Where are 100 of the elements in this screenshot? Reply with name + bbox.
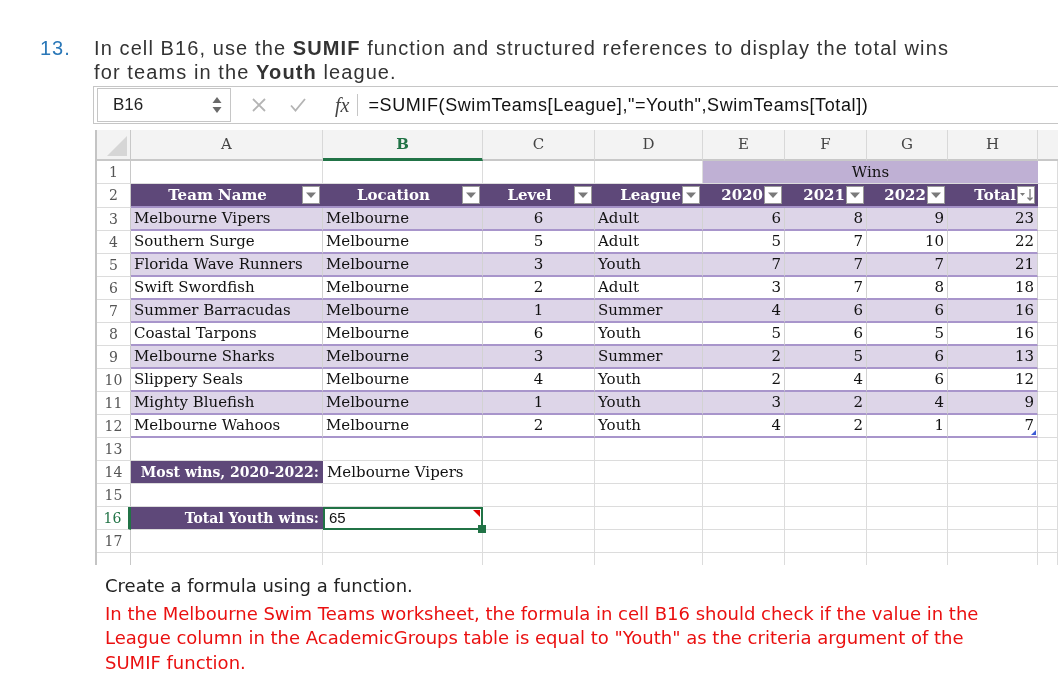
filter-dropdown-icon[interactable] [462,186,480,204]
filter-dropdown-icon[interactable] [846,186,864,204]
table-cell: 3 [483,254,595,277]
row-header[interactable]: 6 [97,277,131,300]
table-cell: 12 [948,369,1038,392]
column-header[interactable]: E [703,130,785,161]
table-cell: 4 [867,392,948,415]
spinner-arrows-icon[interactable] [212,96,222,114]
table-cell: 2 [483,277,595,300]
column-header[interactable]: B [323,130,483,161]
table-cell: 3 [703,392,785,415]
column-header[interactable]: G [867,130,948,161]
table-cell: Melbourne [323,392,483,415]
table-cell: 9 [948,392,1038,415]
column-header[interactable]: A [131,130,323,161]
table-cell: Florida Wave Runners [131,254,323,277]
table-cell: 6 [867,346,948,369]
table-cell: 7 [785,231,867,254]
table-cell: Southern Surge [131,231,323,254]
table-cell: Coastal Tarpons [131,323,323,346]
row-header[interactable]: 13 [97,438,131,461]
table-cell: 7 [867,254,948,277]
table-cell: Melbourne [323,300,483,323]
row-header[interactable]: 2 [97,184,131,208]
header-label: Location [356,184,431,206]
table-cell: 6 [867,300,948,323]
row-header[interactable]: 1 [97,161,131,184]
table-cell: 4 [703,300,785,323]
row-header[interactable]: 11 [97,392,131,415]
row-header[interactable]: 15 [97,484,131,507]
table-cell: 10 [867,231,948,254]
table-cell: 1 [867,415,948,438]
sort-descending-icon[interactable] [1017,186,1035,204]
table-cell: Summer Barracudas [131,300,323,323]
table-cell: 4 [785,369,867,392]
header-label: Total [973,184,1016,206]
table-cell: 7 [703,254,785,277]
table-cell: 2 [703,346,785,369]
error-message: In the Melbourne Swim Teams worksheet, the formula in cell B16 should check if the value in the League column in the AcademicGroups table is equal to "Youth" as the criteria argument of the SUMIF function. [105,601,980,675]
row-header[interactable]: 3 [97,208,131,231]
fill-handle-icon[interactable] [478,525,486,533]
filter-dropdown-icon[interactable] [574,186,592,204]
table-cell: 9 [867,208,948,231]
table-cell: 2 [703,369,785,392]
table-cell: Mighty Bluefish [131,392,323,415]
table-cell: 1 [483,300,595,323]
table-cell: 8 [785,208,867,231]
table-cell: 6 [483,323,595,346]
column-header[interactable]: D [595,130,703,161]
filter-dropdown-icon[interactable] [764,186,782,204]
row-header[interactable]: 14 [97,461,131,484]
summary-label: Most wins, 2020-2022: [131,461,323,484]
table-cell: 5 [703,323,785,346]
name-box[interactable]: B16 [97,88,231,122]
table-cell: 2 [483,415,595,438]
formula-field[interactable]: =SUMIF(SwimTeams[League],"=Youth",SwimTeams[Total]) [368,91,1058,119]
row-header[interactable]: 10 [97,369,131,392]
table-cell: Youth [595,392,703,415]
summary-label: Total Youth wins: [131,507,323,530]
table-cell: Youth [595,415,703,438]
header-label: Level [506,184,553,206]
row-header[interactable]: 16 [97,507,131,530]
row-header[interactable]: 9 [97,346,131,369]
checkmark-icon[interactable] [290,98,306,112]
table-cell: 16 [948,300,1038,323]
column-header[interactable]: C [483,130,595,161]
table-cell: Melbourne [323,415,483,438]
table-cell: 5 [785,346,867,369]
table-cell: Slippery Seals [131,369,323,392]
row-header[interactable]: 7 [97,300,131,323]
table-cell: 18 [948,277,1038,300]
table-cell: 8 [867,277,948,300]
table-cell: 2 [785,392,867,415]
column-header[interactable]: F [785,130,867,161]
filter-dropdown-icon[interactable] [682,186,700,204]
table-cell: 6 [785,323,867,346]
filter-dropdown-icon[interactable] [302,186,320,204]
table-cell: 6 [483,208,595,231]
table-cell: Youth [595,254,703,277]
table-cell: 13 [948,346,1038,369]
header-label: 2020 [720,184,763,206]
row-header[interactable]: 12 [97,415,131,438]
filter-dropdown-icon[interactable] [927,186,945,204]
table-cell: Summer [595,346,703,369]
table-cell: Swift Swordfish [131,277,323,300]
instruction-text: Create a formula using a function. [105,574,414,598]
row-header[interactable]: 17 [97,530,131,553]
row-header[interactable]: 8 [97,323,131,346]
table-cell: 6 [785,300,867,323]
table-cell: Melbourne [323,231,483,254]
table-cell: Summer [595,300,703,323]
table-cell: 5 [867,323,948,346]
resize-handle-icon[interactable] [1031,430,1036,435]
column-header[interactable]: H [948,130,1038,161]
table-cell: 7 [785,277,867,300]
row-header[interactable]: 4 [97,231,131,254]
selected-cell[interactable]: 65 [323,507,483,530]
table-cell: 7 [785,254,867,277]
row-header[interactable]: 5 [97,254,131,277]
insert-function-button[interactable]: fx [335,90,350,120]
